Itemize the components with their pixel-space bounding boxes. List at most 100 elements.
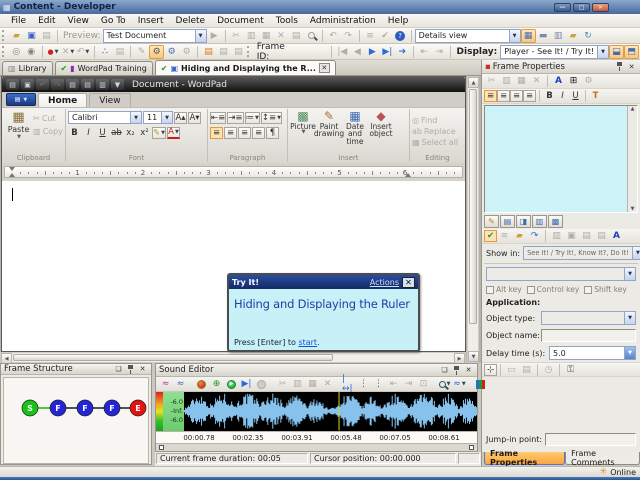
se-delete-icon[interactable]: ✕ (320, 377, 335, 391)
maximize-panel-icon[interactable]: ❏ (113, 364, 124, 374)
frame-settings-icon[interactable]: ⚙ (149, 45, 164, 59)
crop-icon[interactable]: ⊡ (416, 377, 431, 391)
fp-rect-icon[interactable]: ▭ (504, 363, 519, 377)
split-view-icon[interactable]: ▥ (551, 29, 566, 43)
fp-print2-icon[interactable]: ▤ (519, 363, 534, 377)
preview-document-combo[interactable]: Test Document ▼ (103, 29, 207, 43)
underline-icon[interactable]: U (96, 127, 109, 139)
panel-close-icon[interactable]: ✕ (463, 365, 474, 375)
sound-editor-header[interactable]: Sound Editor ❏ ✕ (156, 364, 477, 377)
vertical-scrollbar[interactable]: ▲ ▼ (467, 76, 479, 363)
fp-justify-icon[interactable]: ≡ (523, 90, 536, 102)
frame-list-icon[interactable]: ▤ (112, 45, 127, 59)
record-narration-icon[interactable]: ≈ (158, 377, 173, 391)
first-frame-icon[interactable]: |◀ (335, 45, 350, 59)
wordpad-qat1-icon[interactable]: ▤ (81, 79, 94, 90)
copy-settings-icon[interactable]: ⚙ (179, 45, 194, 59)
display-combo[interactable]: Player - See It! / Try It! ▼ (500, 45, 609, 59)
fp-open-icon[interactable]: ▰ (512, 229, 527, 243)
object-name-input[interactable] (541, 329, 636, 342)
combo-arrow-icon[interactable]: ▼ (597, 46, 608, 58)
line-spacing-icon[interactable]: ↕≡▼ (261, 112, 282, 124)
frame-doc2-icon[interactable]: ▤ (216, 45, 231, 59)
pin-icon[interactable] (125, 364, 136, 374)
menu-file[interactable]: File (5, 15, 32, 27)
play-icon[interactable]: ▶ (224, 377, 239, 391)
fp-tab-action-icon[interactable]: ✎ (484, 215, 499, 228)
frame-structure-canvas[interactable]: SFFFE (3, 377, 149, 464)
range-start-handle[interactable] (159, 445, 164, 450)
fp-tab-keys-icon[interactable]: ◨ (516, 215, 531, 228)
superscript-icon[interactable]: x² (138, 127, 151, 139)
fp-copy2-icon[interactable]: ▥ (549, 229, 564, 243)
list-icon[interactable]: ≔▼ (245, 112, 260, 124)
start-link[interactable]: start (298, 338, 317, 347)
player-mode1-icon[interactable]: ⬓ (609, 45, 624, 59)
fp-text-effects-icon[interactable]: T (589, 90, 602, 102)
se-cut-icon[interactable]: ✂ (275, 377, 290, 391)
vscroll-track[interactable] (468, 325, 478, 351)
tab-wordpad-training[interactable]: ✔ ▮ WordPad Training (55, 61, 153, 75)
menu-document[interactable]: Document (211, 15, 270, 27)
jump-in-input[interactable] (545, 433, 636, 446)
edit-frame-icon[interactable]: ✎ (134, 45, 149, 59)
frame-node[interactable]: F (77, 400, 93, 416)
scroll-up-icon[interactable]: ▲ (468, 77, 479, 88)
marker-in-icon[interactable]: ⋮ (356, 377, 371, 391)
stop-icon[interactable] (254, 377, 269, 391)
first-line-indent-marker[interactable] (9, 167, 15, 171)
vscroll-thumb[interactable] (469, 89, 477, 324)
menu-administration[interactable]: Administration (304, 15, 382, 27)
fp-cut-icon[interactable]: ✂ (484, 74, 499, 88)
font-family-combo[interactable]: Calibri▼ (68, 111, 142, 124)
key-combo[interactable]: ▼ (486, 267, 636, 281)
fp-key-icon[interactable]: ⚿ (563, 363, 578, 377)
player-mode2-icon[interactable]: ⬒ (624, 45, 639, 59)
wordpad-redo-icon[interactable]: ↷ (51, 79, 64, 90)
wordpad-app-button[interactable]: ▤▼ (6, 93, 36, 106)
fp-align-left-icon[interactable]: ≡ (484, 90, 497, 102)
object-type-combo[interactable]: ▼ (541, 311, 636, 325)
justify-icon[interactable]: ≡ (252, 127, 265, 139)
snap-left-icon[interactable]: ⇤ (386, 377, 401, 391)
decrease-indent-icon[interactable]: ⇤≡ (210, 112, 226, 124)
menu-goto[interactable]: Go To (95, 15, 132, 27)
frame-structure-icon[interactable]: ∴ (97, 45, 112, 59)
playhead-cursor[interactable] (339, 392, 340, 430)
view-mode-combo[interactable]: Details view ▼ (415, 29, 521, 43)
tab-frame-properties[interactable]: Frame Properties (484, 452, 565, 465)
fp-doc2-icon[interactable]: ▤ (594, 229, 609, 243)
time-ruler[interactable]: 00:00.78 00:02.35 00:03.91 00:05.48 00:0… (156, 431, 477, 444)
frame-doc3-icon[interactable]: ▤ (231, 45, 246, 59)
qat-dropdown-icon[interactable]: ▼ (111, 79, 124, 90)
fp-align-center-icon[interactable]: ≡ (497, 90, 510, 102)
font-color-icon[interactable]: A▼ (167, 127, 180, 139)
select-all-audio-icon[interactable]: |↔| (341, 377, 356, 391)
wordpad-qat2-icon[interactable]: ▥ (96, 79, 109, 90)
fp-save2-icon[interactable]: ▣ (564, 229, 579, 243)
tryit-close-icon[interactable]: ✕ (402, 277, 415, 288)
add-frame-icon[interactable]: ●▼ (46, 45, 61, 59)
replace-frame-icon[interactable]: ↶▼ (76, 45, 91, 59)
se-copy-icon[interactable]: ▥ (290, 377, 305, 391)
insert-object-button[interactable]: ◆Insert object (368, 110, 394, 138)
delete-frame-icon[interactable]: ✕▼ (61, 45, 76, 59)
menu-view[interactable]: View (62, 15, 95, 27)
align-center-icon[interactable]: ≡ (224, 127, 237, 139)
show-in-combo[interactable]: See It! / Try It!, Know It?, Do It! ▼ (523, 246, 640, 260)
control-key-checkbox[interactable]: Control key (527, 285, 580, 294)
frame-structure-header[interactable]: Frame Structure ❏ ✕ (1, 364, 151, 375)
copy-icon[interactable]: ▥ (244, 29, 259, 43)
combo-arrow-icon[interactable]: ▼ (195, 30, 206, 42)
fp-bold-icon[interactable]: B (543, 90, 556, 102)
tab-home[interactable]: Home (38, 93, 87, 107)
wordpad-title-bar[interactable]: ▤ ▣ ↶ ↷ ▤ ▤ ▥ ▼ Document - WordPad (2, 77, 465, 92)
toolbar-grip[interactable] (2, 30, 6, 41)
cut-icon[interactable]: ✂ (229, 29, 244, 43)
menu-help[interactable]: Help (382, 15, 415, 27)
menu-tools[interactable]: Tools (270, 15, 304, 27)
align-left-icon[interactable]: ≡ (210, 127, 223, 139)
cut-button[interactable]: ✂Cut (33, 112, 63, 125)
snap-right-icon[interactable]: ⇥ (401, 377, 416, 391)
undo-icon[interactable]: ↶ (326, 29, 341, 43)
